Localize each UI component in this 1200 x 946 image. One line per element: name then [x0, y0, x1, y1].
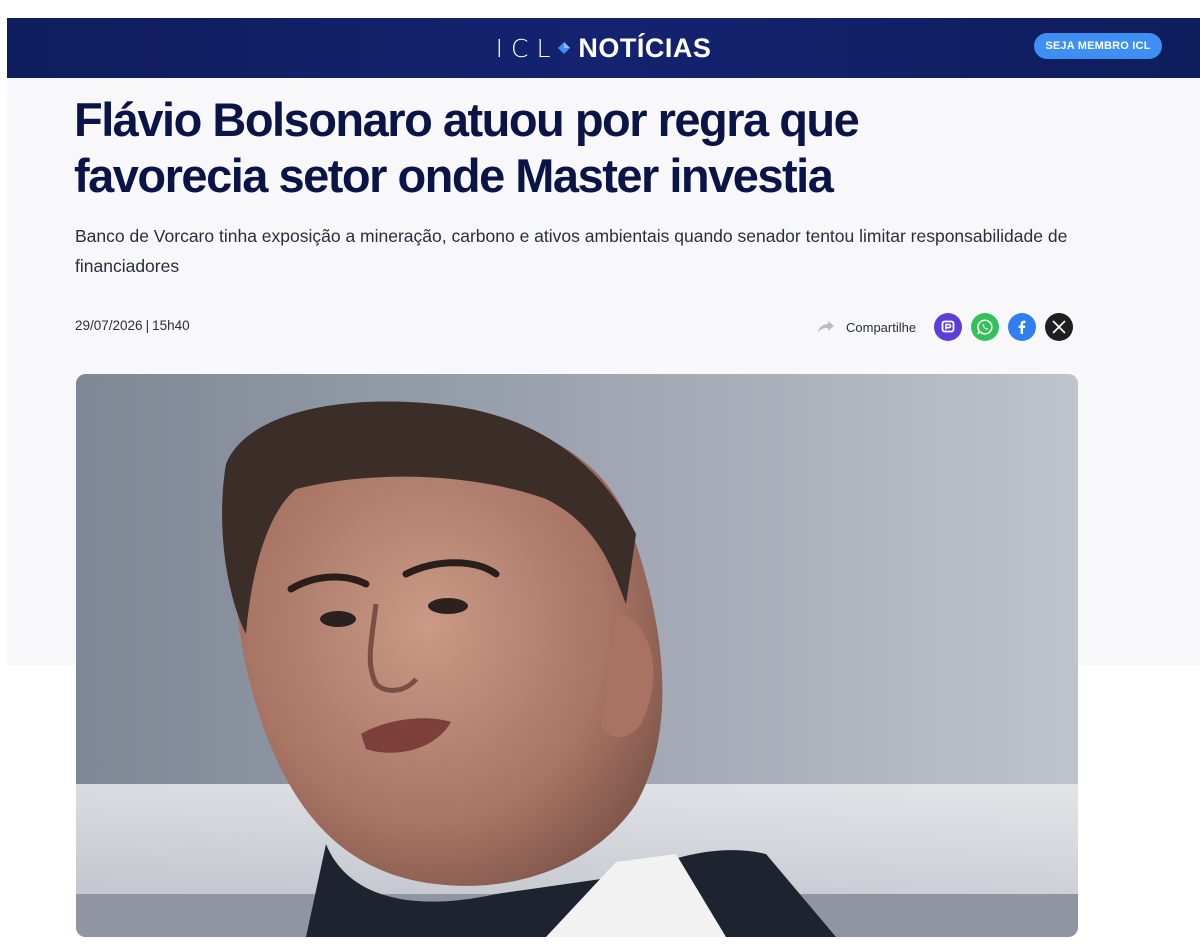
portrait-photo-illustration: [76, 374, 1078, 937]
logo-icl-text: ICL: [495, 33, 559, 63]
whatsapp-icon: [977, 319, 993, 335]
article-subtitle: Banco de Vorcaro tinha exposição a miner…: [75, 226, 1068, 276]
share-arrow-icon: [818, 321, 834, 333]
article-headline: Flávio Bolsonaro atuou por regra que fav…: [74, 93, 860, 202]
pix-share-button[interactable]: [934, 313, 963, 341]
x-share-button[interactable]: [1045, 313, 1074, 341]
whatsapp-share-button[interactable]: [971, 313, 1000, 341]
article-timestamp: 29/07/2026 | 15h40: [75, 318, 190, 333]
share-bar: Compartilhe: [816, 312, 1082, 342]
join-member-button[interactable]: SEJA MEMBRO ICL: [1034, 33, 1162, 59]
site-logo[interactable]: ICL NOTÍCIAS: [7, 18, 1200, 78]
share-label: Compartilhe: [846, 319, 917, 335]
publish-date: 29/07/2026: [75, 318, 143, 333]
x-icon: [1052, 320, 1066, 334]
facebook-icon: [1018, 320, 1026, 334]
logo-noticias-text: NOTÍCIAS: [578, 32, 712, 63]
logo-mark-icon: [558, 42, 571, 54]
article-hero-photo: [76, 374, 1078, 937]
pix-icon: [941, 320, 955, 333]
publish-time: 15h40: [152, 318, 190, 333]
date-time-separator: |: [145, 318, 150, 333]
facebook-share-button[interactable]: [1008, 313, 1037, 341]
top-navigation-bar: ICL NOTÍCIAS: [7, 18, 1200, 78]
